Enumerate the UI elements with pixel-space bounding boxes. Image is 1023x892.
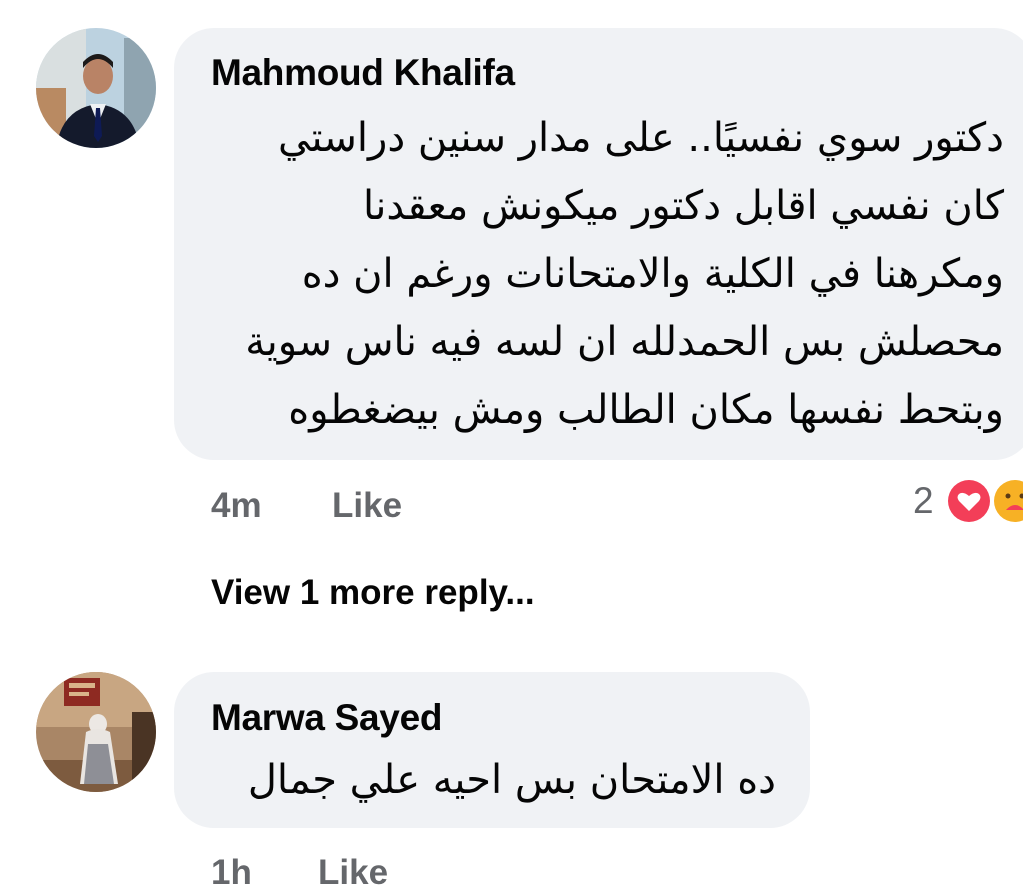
profile-photo xyxy=(36,672,156,792)
reaction-count[interactable]: 2 xyxy=(913,480,934,522)
comment-author[interactable]: Mahmoud Khalifa xyxy=(211,52,515,94)
comment-timestamp[interactable]: 4m xyxy=(211,486,262,526)
comment-text-line: وبتحط نفسها مكان الطالب ومش بيضغطوه xyxy=(288,387,1004,433)
profile-photo xyxy=(36,28,156,148)
comment-text-line: ده الامتحان بس احيه علي جمال xyxy=(247,757,776,803)
like-button[interactable]: Like xyxy=(318,853,388,892)
comment-text-line: دكتور سوي نفسيًا.. على مدار سنين دراستي xyxy=(278,115,1004,161)
comment-text-line: محصلش بس الحمدلله ان لسه فيه ناس سوية xyxy=(245,319,1004,365)
comment-timestamp[interactable]: 1h xyxy=(211,853,252,892)
avatar-marwa-sayed[interactable] xyxy=(36,672,156,792)
like-button[interactable]: Like xyxy=(332,486,402,526)
view-more-replies-link[interactable]: View 1 more reply... xyxy=(211,573,535,613)
care-icon xyxy=(992,478,1023,524)
comment-text-line: ومكرهنا في الكلية والامتحانات ورغم ان ده xyxy=(301,251,1004,297)
comment-author[interactable]: Marwa Sayed xyxy=(211,697,442,739)
avatar-mahmoud-khalifa[interactable] xyxy=(36,28,156,148)
heart-icon xyxy=(946,478,992,524)
comment-text-line: كان نفسي اقابل دكتور ميكونش معقدنا xyxy=(363,183,1004,229)
comment-bubble xyxy=(174,672,810,828)
comments-thread: Mahmoud Khalifa دكتور سوي نفسيًا.. على م… xyxy=(0,0,1023,892)
